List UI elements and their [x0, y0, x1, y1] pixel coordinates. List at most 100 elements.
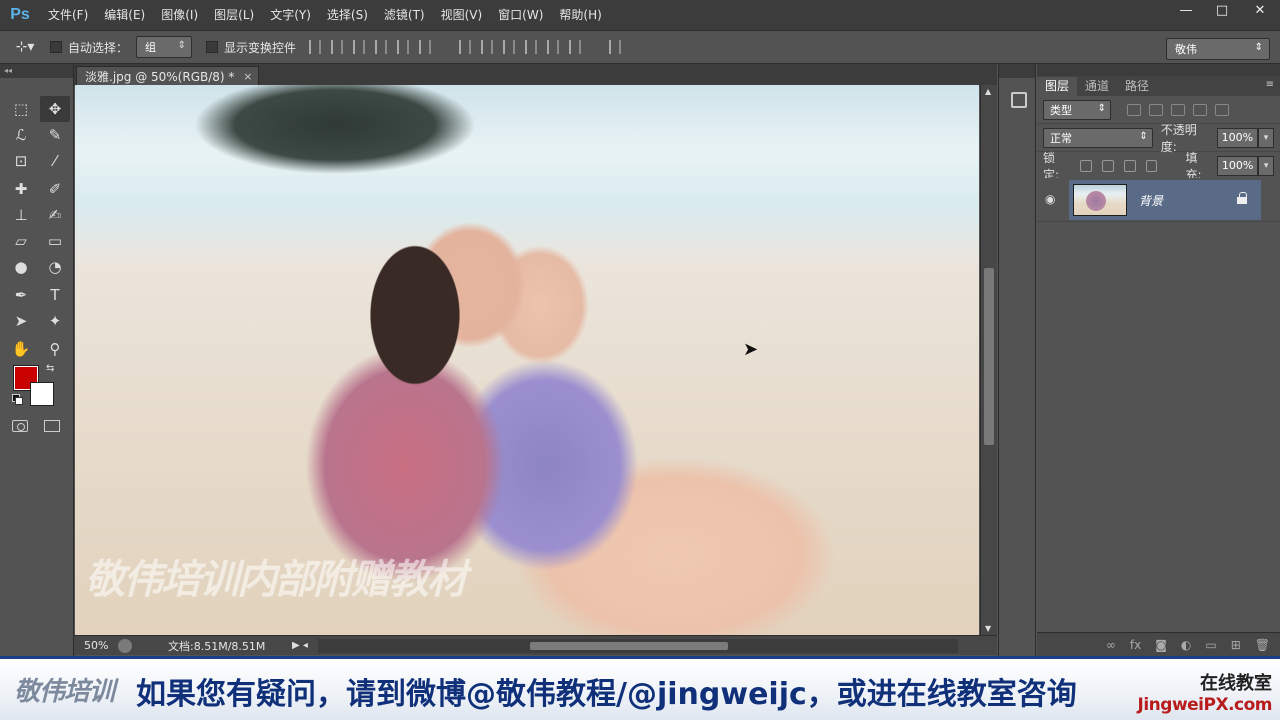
eraser-tool-icon[interactable]: ▱ [6, 228, 36, 254]
checkbox-box[interactable] [206, 41, 219, 53]
default-colors-icon[interactable] [12, 394, 23, 405]
close-button[interactable]: ✕ [1240, 0, 1280, 20]
tab-paths[interactable]: 路径 [1117, 77, 1157, 96]
link-layers-icon[interactable]: ∞ [1106, 638, 1116, 652]
marquee-tool-icon[interactable]: ⬚ [6, 96, 36, 122]
distribute-right-icon[interactable] [569, 40, 582, 54]
minimize-button[interactable]: — [1168, 0, 1204, 20]
lock-position-icon[interactable] [1123, 159, 1136, 172]
fill-stepper-icon[interactable]: ▾ [1258, 155, 1274, 176]
align-vcenter-icon[interactable] [331, 40, 344, 54]
document-tab[interactable]: 淡雅.jpg @ 50%(RGB/8) * × [76, 66, 260, 87]
blend-mode-dropdown[interactable]: 正常 [1043, 127, 1153, 148]
vertical-scroll-thumb[interactable] [984, 268, 994, 445]
distribute-left-icon[interactable] [525, 40, 538, 54]
distribute-vcenter-icon[interactable] [481, 40, 494, 54]
menu-view[interactable]: 视图(V) [433, 0, 491, 30]
menu-layer[interactable]: 图层(L) [206, 0, 262, 30]
new-layer-icon[interactable]: ⊞ [1231, 638, 1241, 652]
workspace-dropdown[interactable]: 敬伟 [1166, 38, 1270, 60]
collapse-arrows-icon[interactable] [999, 64, 1035, 78]
tab-layers[interactable]: 图层 [1037, 77, 1078, 96]
menu-image[interactable]: 图像(I) [153, 0, 206, 30]
hand-tool-icon[interactable]: ✋ [6, 336, 36, 362]
auto-select-dropdown[interactable]: 组 [136, 36, 193, 58]
pixel-filter-icon[interactable] [1127, 103, 1141, 116]
dodge-tool-icon[interactable]: ◔ [40, 254, 70, 280]
layer-name[interactable]: 背景 [1139, 192, 1163, 209]
eyedropper-tool-icon[interactable]: ⁄ [40, 148, 70, 174]
panel-menu-icon[interactable]: ≡ [1266, 79, 1274, 90]
distribute-bottom-icon[interactable] [503, 40, 516, 54]
status-menu-arrow-icon[interactable]: ▶ ◂ [292, 640, 308, 651]
smart-object-filter-icon[interactable] [1215, 103, 1229, 116]
close-tab-icon[interactable]: × [243, 67, 252, 87]
filter-kind-dropdown[interactable]: 类型 [1043, 99, 1111, 120]
distribute-hcenter-icon[interactable] [547, 40, 560, 54]
menu-help[interactable]: 帮助(H) [551, 0, 609, 30]
shape-filter-icon[interactable] [1193, 103, 1207, 116]
new-group-icon[interactable]: ▭ [1205, 638, 1216, 652]
quick-select-tool-icon[interactable]: ✎ [40, 122, 70, 148]
scroll-up-icon[interactable]: ▲ [985, 87, 991, 96]
maximize-button[interactable]: □ [1204, 0, 1240, 20]
move-tool-icon[interactable]: ⊹▾ [0, 32, 50, 62]
distribute-top-icon[interactable] [459, 40, 472, 54]
tab-channels[interactable]: 通道 [1077, 77, 1117, 96]
healing-brush-tool-icon[interactable]: ✚ [6, 176, 36, 202]
gradient-tool-icon[interactable]: ▭ [40, 228, 70, 254]
history-panel-icon[interactable] [1011, 92, 1027, 108]
menu-window[interactable]: 窗口(W) [490, 0, 551, 30]
path-select-tool-icon[interactable]: ➤ [6, 308, 36, 334]
layer-row[interactable]: ◉ 背景 [1037, 178, 1280, 222]
background-color-swatch[interactable] [30, 382, 54, 406]
align-bottom-icon[interactable] [353, 40, 366, 54]
lock-all-icon[interactable] [1145, 159, 1158, 172]
layer-style-icon[interactable]: fx [1130, 638, 1141, 652]
adjustment-layer-icon[interactable]: ◐ [1181, 638, 1191, 652]
horizontal-scrollbar[interactable] [317, 638, 958, 653]
menu-file[interactable]: 文件(F) [40, 0, 96, 30]
collapse-arrows-icon[interactable]: ◂◂ [0, 64, 73, 78]
crop-tool-icon[interactable]: ⊡ [6, 148, 36, 174]
blur-tool-icon[interactable]: ● [6, 254, 36, 280]
fill-input[interactable]: 100% [1216, 155, 1259, 176]
visibility-eye-icon[interactable]: ◉ [1045, 192, 1061, 206]
vertical-scrollbar[interactable]: ▲ ▼ [980, 85, 997, 635]
zoom-level[interactable]: 50% [74, 639, 118, 652]
screen-mode-icon[interactable] [44, 420, 60, 432]
scroll-down-icon[interactable]: ▼ [985, 624, 991, 633]
align-left-icon[interactable] [375, 40, 388, 54]
lock-pixels-icon[interactable] [1102, 159, 1114, 172]
selected-layer[interactable]: 背景 [1069, 180, 1261, 220]
auto-align-icon[interactable] [609, 40, 622, 54]
align-hcenter-icon[interactable] [397, 40, 410, 54]
shape-tool-icon[interactable]: ✦ [40, 308, 70, 334]
opacity-input[interactable]: 100% [1216, 127, 1259, 148]
menu-filter[interactable]: 滤镜(T) [376, 0, 433, 30]
align-top-icon[interactable] [309, 40, 322, 54]
quick-mask-icon[interactable] [12, 420, 28, 432]
delete-layer-icon[interactable]: 🗑 [1255, 638, 1270, 652]
pen-tool-icon[interactable]: ✒ [6, 282, 36, 308]
status-info-icon[interactable] [118, 638, 132, 653]
opacity-stepper-icon[interactable]: ▾ [1258, 127, 1274, 148]
align-right-icon[interactable] [419, 40, 432, 54]
swap-colors-icon[interactable]: ⇆ [46, 363, 54, 374]
type-filter-icon[interactable] [1171, 103, 1185, 116]
clone-stamp-tool-icon[interactable]: ⊥ [6, 202, 36, 228]
lock-transparency-icon[interactable] [1080, 159, 1093, 172]
menu-edit[interactable]: 编辑(E) [96, 0, 153, 30]
show-transform-checkbox[interactable]: 显示变换控件 [206, 39, 296, 56]
document-canvas[interactable]: 敬伟培训内部附赠教材 ➤ [75, 85, 979, 635]
horizontal-scroll-thumb[interactable] [529, 641, 728, 650]
zoom-tool-icon[interactable]: ⚲ [40, 336, 70, 362]
history-brush-tool-icon[interactable]: ✍ [40, 202, 70, 228]
lasso-tool-icon[interactable]: ℒ [6, 122, 36, 148]
checkbox-box[interactable] [50, 41, 62, 53]
add-mask-icon[interactable]: ◙ [1155, 638, 1167, 652]
adjustment-filter-icon[interactable] [1149, 103, 1163, 116]
menu-select[interactable]: 选择(S) [319, 0, 376, 30]
auto-select-checkbox[interactable]: 自动选择： [50, 39, 128, 56]
collapse-arrows-icon[interactable] [1037, 64, 1280, 76]
